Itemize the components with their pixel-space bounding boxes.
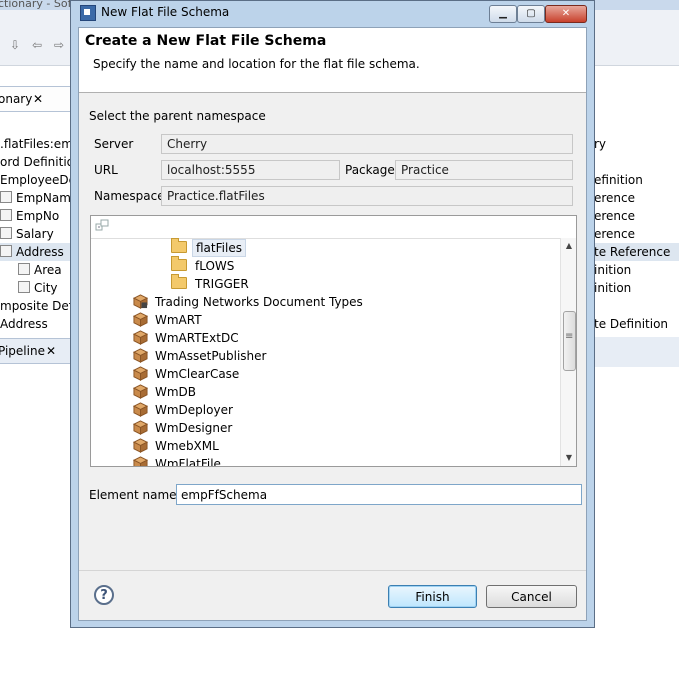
record-icon: [0, 245, 12, 257]
tree-package-wmassetpublisher[interactable]: WmAssetPublisher: [133, 347, 269, 365]
bg-tree-row[interactable]: mposite Defin: [0, 297, 70, 315]
bg-right-row: erence: [594, 191, 636, 205]
scroll-up-arrow-icon[interactable]: ▲: [561, 238, 576, 254]
tree-package-wmdeployer[interactable]: WmDeployer: [133, 401, 236, 419]
bg-tree-row[interactable]: EmployeeDet: [0, 171, 70, 189]
bg-tree-row[interactable]: .flatFiles:emp: [0, 135, 70, 153]
new-flat-file-schema-dialog: New Flat File Schema ▁ ▢ ✕ Create a New …: [70, 0, 595, 628]
toolbar-back-icon[interactable]: ⇦: [32, 38, 42, 52]
bg-pipeline-tab[interactable]: Pipeline ✕: [0, 338, 71, 364]
close-icon[interactable]: ✕: [33, 92, 43, 106]
collapse-all-icon[interactable]: [95, 219, 109, 233]
tree-package-trading-networks[interactable]: Trading Networks Document Types: [133, 293, 366, 311]
wizard-title: Create a New Flat File Schema: [85, 33, 327, 49]
folder-icon: [171, 238, 187, 253]
scroll-down-arrow-icon[interactable]: ▼: [561, 450, 576, 466]
url-label: URL: [94, 163, 118, 177]
record-icon: [0, 209, 12, 221]
record-icon: [0, 191, 12, 203]
help-icon[interactable]: ?: [94, 585, 114, 605]
package-icon: [133, 438, 148, 453]
bg-right-row: erence: [594, 209, 636, 223]
dialog-body: Create a New Flat File Schema Specify th…: [78, 27, 587, 621]
bg-dictionary-tab[interactable]: onary ✕: [0, 86, 71, 112]
tree-package-wmflatfile[interactable]: WmFlatFile: [133, 455, 224, 466]
tree-folder-trigger[interactable]: TRIGGER: [171, 274, 252, 293]
record-icon: [0, 227, 12, 239]
tree-package-wmart[interactable]: WmART: [133, 311, 205, 329]
tree-folder-flows[interactable]: fLOWS: [171, 256, 237, 275]
bg-right-column: ry efinition erence erence erence te Ref…: [594, 135, 679, 335]
bg-left-tree: .flatFiles:emp ord Definition EmployeeDe…: [0, 135, 70, 335]
package-icon: [133, 330, 148, 345]
dialog-titlebar[interactable]: New Flat File Schema ▁ ▢ ✕: [71, 1, 594, 25]
namespace-tree[interactable]: flatFiles fLOWS TRIGGER Trading Networks…: [90, 215, 577, 467]
bg-tree-row[interactable]: Salary: [0, 225, 70, 243]
field-icon: [18, 281, 30, 293]
app-window-icon: [80, 5, 96, 21]
tree-folder-flatfiles[interactable]: flatFiles: [171, 238, 246, 257]
bg-window-title: ctionary - Sof: [0, 0, 72, 10]
footer-separator: [79, 570, 586, 571]
tree-toolbar: [91, 216, 576, 239]
toolbar-forward-icon[interactable]: ⇨: [54, 38, 64, 52]
folder-icon: [171, 274, 187, 289]
parent-namespace-label: Select the parent namespace: [89, 109, 266, 123]
bg-right-row: erence: [594, 227, 636, 241]
tree-package-wmartextdc[interactable]: WmARTExtDC: [133, 329, 242, 347]
tree-package-wmdb[interactable]: WmDB: [133, 383, 199, 401]
tree-vertical-scrollbar[interactable]: ▲ ▼: [560, 238, 576, 466]
bg-tree-row[interactable]: Area: [0, 261, 70, 279]
package-field: Practice: [395, 160, 573, 180]
bg-tree-row[interactable]: EmpNo: [0, 207, 70, 225]
bg-tree-row[interactable]: Address: [0, 315, 70, 333]
bg-tree-row[interactable]: City: [0, 279, 70, 297]
package-icon: [133, 366, 148, 381]
close-icon[interactable]: ✕: [46, 344, 56, 358]
tree-package-wmdesigner[interactable]: WmDesigner: [133, 419, 235, 437]
cancel-button[interactable]: Cancel: [486, 585, 577, 608]
locked-package-icon: [133, 294, 148, 309]
dialog-title: New Flat File Schema: [101, 5, 230, 19]
element-name-label: Element name: [89, 488, 177, 502]
bg-right-row: efinition: [594, 173, 643, 187]
bg-right-row: inition: [594, 281, 632, 295]
package-icon: [133, 402, 148, 417]
package-icon: [133, 456, 148, 466]
element-name-input[interactable]: [176, 484, 582, 505]
package-icon: [133, 348, 148, 363]
bg-right-row: te Definition: [594, 317, 669, 331]
finish-button[interactable]: Finish: [388, 585, 477, 608]
tree-package-wmclearcase[interactable]: WmClearCase: [133, 365, 242, 383]
wizard-description: Specify the name and location for the fl…: [93, 57, 420, 71]
folder-icon: [171, 256, 187, 271]
bg-right-row: te Reference: [594, 243, 679, 261]
package-icon: [133, 420, 148, 435]
minimize-button[interactable]: ▁: [489, 5, 517, 23]
tree-package-wmebxml[interactable]: WmebXML: [133, 437, 222, 455]
toolbar-filter-icon[interactable]: ⇩: [10, 38, 20, 52]
maximize-button[interactable]: ▢: [517, 5, 545, 23]
bg-pipeline-tab-label: Pipeline: [0, 344, 45, 358]
field-icon: [18, 263, 30, 275]
scrollbar-thumb[interactable]: [563, 311, 576, 371]
bg-tree-row[interactable]: Address: [0, 243, 70, 261]
package-icon: [133, 312, 148, 327]
bg-tree-row[interactable]: ord Definition: [0, 153, 70, 171]
bg-right-row: inition: [594, 263, 632, 277]
server-label: Server: [94, 137, 134, 151]
close-button[interactable]: ✕: [545, 5, 587, 23]
bg-right-panel-bottom: [594, 337, 679, 367]
bg-dictionary-tab-label: onary: [0, 92, 33, 106]
url-field: localhost:5555: [161, 160, 340, 180]
bg-tree-row[interactable]: EmpNam: [0, 189, 70, 207]
namespace-label: Namespace: [94, 189, 165, 203]
package-icon: [133, 384, 148, 399]
bg-right-row: ry: [594, 137, 607, 151]
package-label: Package: [345, 163, 395, 177]
wizard-header: Create a New Flat File Schema Specify th…: [79, 28, 586, 93]
server-field: Cherry: [161, 134, 573, 154]
namespace-field: Practice.flatFiles: [161, 186, 573, 206]
